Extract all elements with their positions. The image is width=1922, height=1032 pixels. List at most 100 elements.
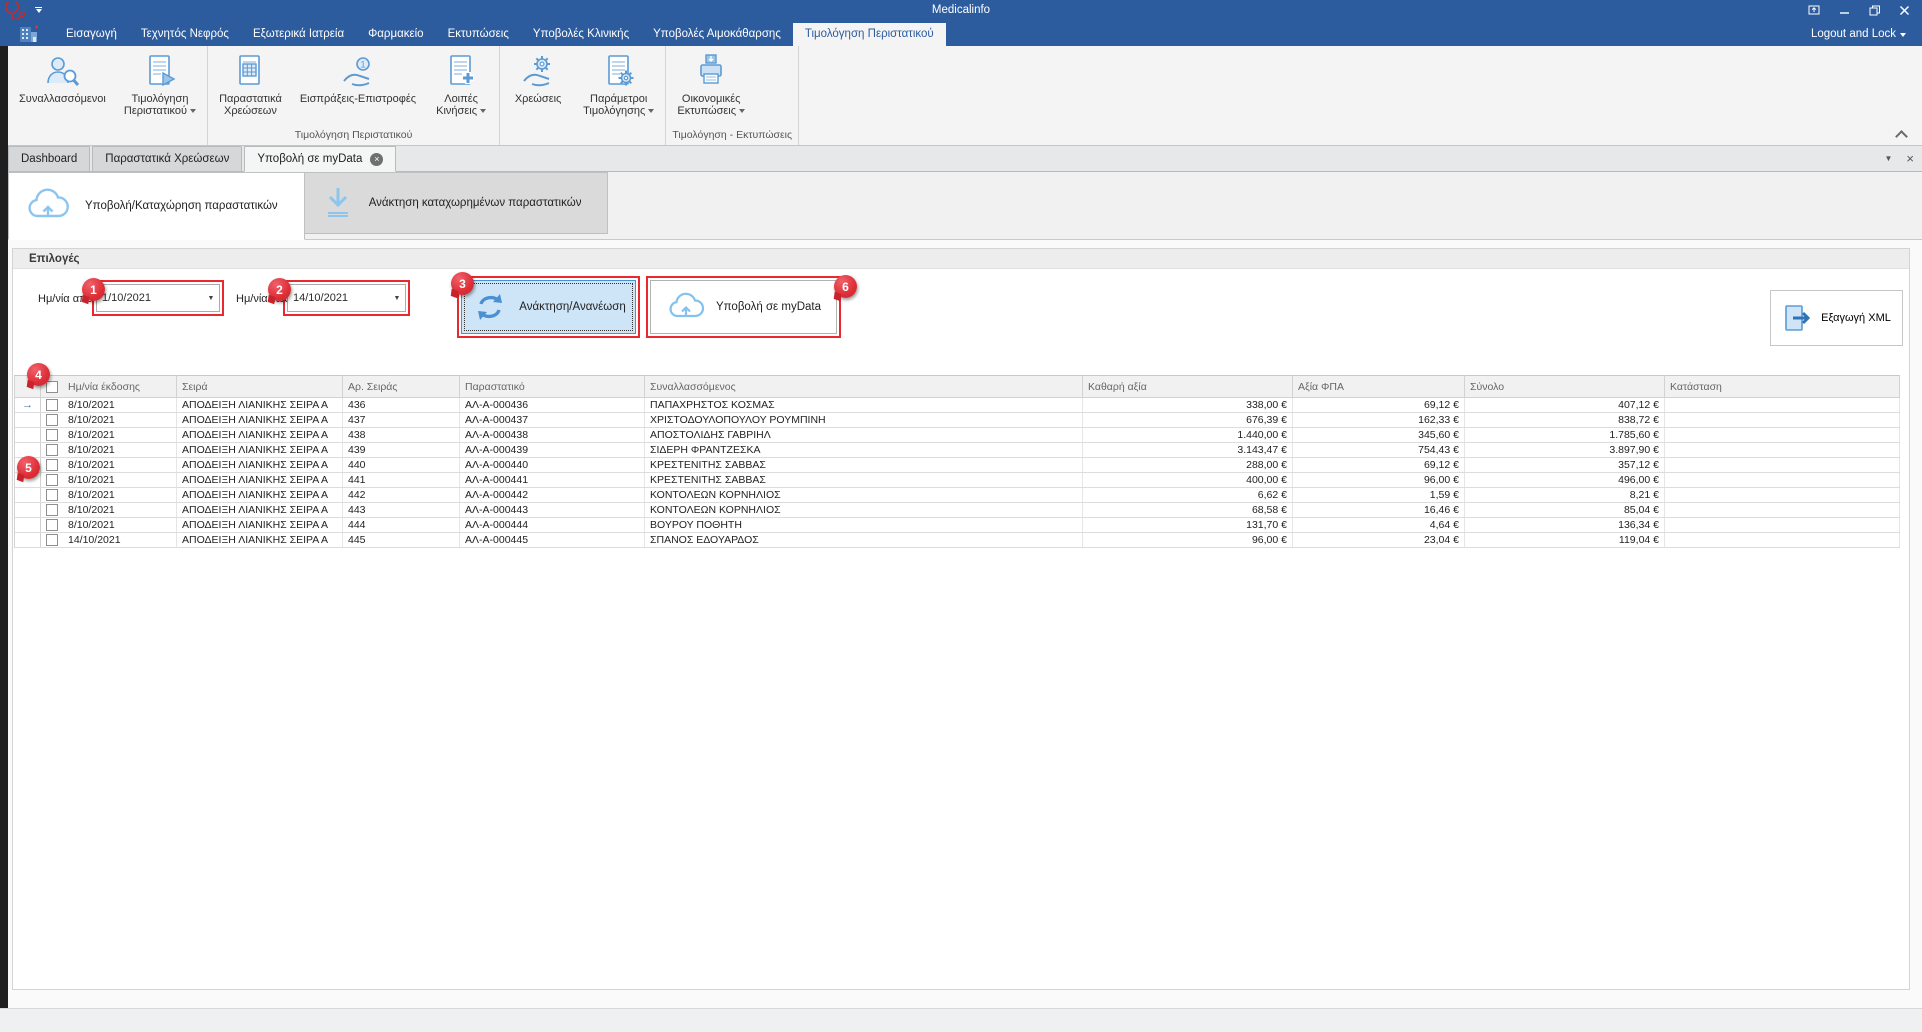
column-header-Καθαρή αξία[interactable]: Καθαρή αξία (1083, 376, 1293, 398)
ribbon-tab-Υποβολές Αιμοκάθαρσης[interactable]: Υποβολές Αιμοκάθαρσης (641, 23, 793, 46)
row-checkbox[interactable] (46, 519, 58, 531)
ribbon-tab-Εξωτερικά Ιατρεία[interactable]: Εξωτερικά Ιατρεία (241, 23, 356, 46)
row-checkbox[interactable] (46, 444, 58, 456)
doc-tab-Υποβολή σε myData[interactable]: Υποβολή σε myData× (244, 146, 396, 172)
select-all-checkbox[interactable] (46, 381, 58, 393)
maximize-button[interactable] (1868, 4, 1880, 16)
row-checkbox[interactable] (46, 429, 58, 441)
cell: 436 (343, 398, 460, 413)
cell: 85,04 € (1465, 503, 1665, 518)
tab-list-dropdown-icon[interactable]: ▼ (1884, 154, 1892, 163)
ribbon-button-Οικονομικές Εκτυπώσεις[interactable]: ΟικονομικέςΕκτυπώσεις (668, 48, 754, 117)
doc-tab-Dashboard[interactable]: Dashboard (8, 146, 90, 171)
ribbon-tab-Εισαγωγή[interactable]: Εισαγωγή (54, 23, 129, 46)
subtab-Ανάκτηση καταχωρημένων παραστατικών[interactable]: Ανάκτηση καταχωρημένων παραστατικών (305, 172, 609, 234)
cell: 439 (343, 443, 460, 458)
ribbon-button-Εισπράξεις-Επιστροφές[interactable]: 1Εισπράξεις-Επιστροφές (291, 48, 425, 105)
hand-coin-icon: 1 (338, 51, 378, 93)
cell: 23,04 € (1293, 533, 1465, 548)
column-header-Ημ/νία έκδοσης[interactable]: Ημ/νία έκδοσης (41, 376, 177, 398)
cell: 4,64 € (1293, 518, 1465, 533)
close-tab-icon[interactable]: × (370, 153, 383, 166)
row-checkbox[interactable] (46, 399, 58, 411)
column-header-Αρ. Σειράς[interactable]: Αρ. Σειράς (343, 376, 460, 398)
table-row[interactable]: 8/10/2021ΑΠΟΔΕΙΞΗ ΛΙΑΝΙΚΗΣ ΣΕΙΡΑ Α442ΑΛ-… (15, 488, 1900, 503)
cell: 676,39 € (1083, 413, 1293, 428)
row-indicator-cell (15, 518, 41, 533)
table-row[interactable]: 8/10/2021ΑΠΟΔΕΙΞΗ ΛΙΑΝΙΚΗΣ ΣΕΙΡΑ Α439ΑΛ-… (15, 443, 1900, 458)
table-row[interactable]: 8/10/2021ΑΠΟΔΕΙΞΗ ΛΙΑΝΙΚΗΣ ΣΕΙΡΑ Α444ΑΛ-… (15, 518, 1900, 533)
ribbon-button-Παραστατικά Χρεώσεων[interactable]: ΠαραστατικάΧρεώσεων (210, 48, 291, 117)
cell (1665, 503, 1900, 518)
cell: 440 (343, 458, 460, 473)
collapse-ribbon-icon[interactable] (1897, 129, 1906, 138)
minimize-button[interactable] (1838, 4, 1850, 16)
refresh-button[interactable]: Ανάκτηση/Ανανέωση (461, 280, 636, 334)
table-row[interactable]: 8/10/2021ΑΠΟΔΕΙΞΗ ΛΙΑΝΙΚΗΣ ΣΕΙΡΑ Α443ΑΛ-… (15, 503, 1900, 518)
date-to-dropdown-icon[interactable]: ▼ (389, 295, 405, 302)
row-checkbox[interactable] (46, 459, 58, 471)
table-row[interactable]: 8/10/2021ΑΠΟΔΕΙΞΗ ΛΙΑΝΙΚΗΣ ΣΕΙΡΑ Α438ΑΛ-… (15, 428, 1900, 443)
annotation-marker-5: 5 (17, 456, 40, 479)
ribbon-button-Τιμολόγηση Περιστατικού[interactable]: ΤιμολόγησηΠεριστατικού (115, 48, 205, 117)
table-row[interactable]: →8/10/2021ΑΠΟΔΕΙΞΗ ΛΙΑΝΙΚΗΣ ΣΕΙΡΑ Α436ΑΛ… (15, 398, 1900, 413)
cell: 6,62 € (1083, 488, 1293, 503)
cell: 438 (343, 428, 460, 443)
row-checkbox[interactable] (46, 489, 58, 501)
hand-gear-icon (518, 51, 558, 93)
ribbon-button-Συναλλασσόμενοι[interactable]: Συναλλασσόμενοι (10, 48, 115, 105)
date-from-field[interactable]: 1/10/2021 ▼ (96, 284, 220, 312)
table-row[interactable]: 8/10/2021ΑΠΟΔΕΙΞΗ ΛΙΑΝΙΚΗΣ ΣΕΙΡΑ Α441ΑΛ-… (15, 473, 1900, 488)
subtab-Υποβολή/Καταχώρηση παραστατικών[interactable]: Υποβολή/Καταχώρηση παραστατικών (8, 172, 305, 240)
chevron-down-icon (1900, 33, 1906, 37)
doc-tab-Παραστατικά Χρεώσεων[interactable]: Παραστατικά Χρεώσεων (92, 146, 242, 171)
submit-mydata-button[interactable]: Υποβολή σε myData (650, 280, 837, 334)
ribbon-button-Παράμετροι Τιμολόγησης[interactable]: ΠαράμετροιΤιμολόγησης (574, 48, 663, 117)
cell (1665, 398, 1900, 413)
column-header-Αξία ΦΠΑ[interactable]: Αξία ΦΠΑ (1293, 376, 1465, 398)
cell: 442 (343, 488, 460, 503)
column-header-Σύνολο[interactable]: Σύνολο (1465, 376, 1665, 398)
cell: 1.785,60 € (1465, 428, 1665, 443)
ribbon-tab-Υποβολές Κλινικής[interactable]: Υποβολές Κλινικής (521, 23, 641, 46)
ribbon-button-Χρεώσεις[interactable]: Χρεώσεις (502, 48, 574, 105)
ribbon-tab-Τιμολόγηση Περιστατικού[interactable]: Τιμολόγηση Περιστατικού (793, 23, 946, 46)
cell: ΑΛ-Α-000444 (460, 518, 645, 533)
ribbon-tab-Εκτυπώσεις[interactable]: Εκτυπώσεις (436, 23, 521, 46)
row-checkbox[interactable] (46, 504, 58, 516)
logout-and-lock-button[interactable]: Logout and Lock (1811, 28, 1906, 46)
ribbon-tab-Τεχνητός Νεφρός[interactable]: Τεχνητός Νεφρός (129, 23, 241, 46)
cell: 496,00 € (1465, 473, 1665, 488)
export-xml-button[interactable]: Εξαγωγή XML (1770, 290, 1903, 346)
download-icon (321, 184, 355, 223)
close-tab-icon[interactable]: × (1906, 151, 1914, 166)
column-header-Σειρά[interactable]: Σειρά (177, 376, 343, 398)
table-row[interactable]: 8/10/2021ΑΠΟΔΕΙΞΗ ΛΙΑΝΙΚΗΣ ΣΕΙΡΑ Α437ΑΛ-… (15, 413, 1900, 428)
ribbon-button-Λοιπές Κινήσεις[interactable]: ΛοιπέςΚινήσεις (425, 48, 497, 117)
column-header-Παραστατικό[interactable]: Παραστατικό (460, 376, 645, 398)
cell: ΑΛ-Α-000441 (460, 473, 645, 488)
close-button[interactable] (1898, 4, 1910, 16)
table-row[interactable]: 8/10/2021ΑΠΟΔΕΙΞΗ ΛΙΑΝΙΚΗΣ ΣΕΙΡΑ Α440ΑΛ-… (15, 458, 1900, 473)
ribbon-tab-Φαρμακείο[interactable]: Φαρμακείο (356, 23, 435, 46)
table-row[interactable]: 14/10/2021ΑΠΟΔΕΙΞΗ ΛΙΑΝΙΚΗΣ ΣΕΙΡΑ Α445ΑΛ… (15, 533, 1900, 548)
row-checkbox[interactable] (46, 414, 58, 426)
annotation-box-refresh: Ανάκτηση/Ανανέωση (457, 276, 640, 338)
column-header-Κατάσταση[interactable]: Κατάσταση (1665, 376, 1900, 398)
date-from-dropdown-icon[interactable]: ▼ (203, 295, 219, 302)
column-header-Συναλλασσόμενος[interactable]: Συναλλασσόμενος (645, 376, 1083, 398)
date-to-field[interactable]: 14/10/2021 ▼ (287, 284, 406, 312)
cell: 445 (343, 533, 460, 548)
row-checkbox[interactable] (46, 474, 58, 486)
ribbon-display-options-button[interactable] (1808, 4, 1820, 16)
cell: 8,21 € (1465, 488, 1665, 503)
cell (1665, 518, 1900, 533)
cell (1665, 443, 1900, 458)
cell: ΣΙΔΕΡΗ ΦΡΑΝΤΖΕΣΚΑ (645, 443, 1083, 458)
row-checkbox[interactable] (46, 534, 58, 546)
ribbon-tab-bar: ΕισαγωγήΤεχνητός ΝεφρόςΕξωτερικά Ιατρεία… (0, 20, 1922, 46)
cell: ΑΛ-Α-000440 (460, 458, 645, 473)
cell: 14/10/2021 (41, 533, 177, 548)
row-indicator-cell (15, 503, 41, 518)
cell: 69,12 € (1293, 458, 1465, 473)
